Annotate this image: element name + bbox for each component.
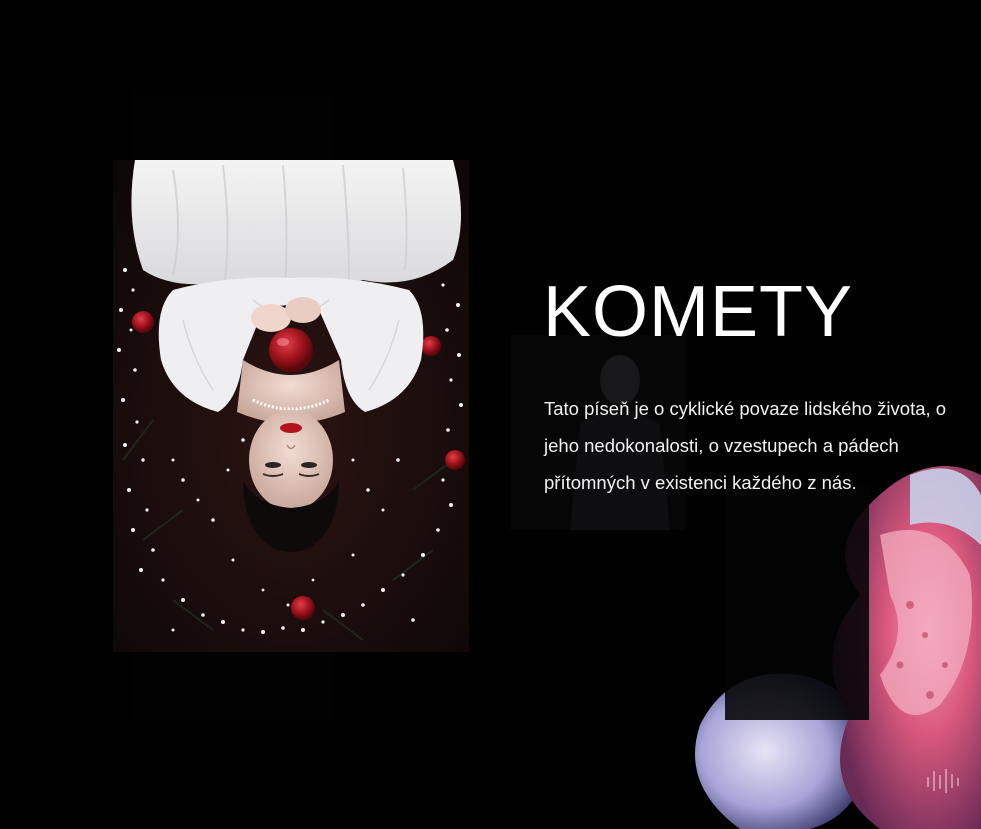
soundwave-icon <box>924 765 964 795</box>
left-dark-band <box>0 0 130 829</box>
section-description: Tato píseň je o cyklické povaze lidského… <box>544 398 947 493</box>
section-title: KOMETY <box>543 272 854 352</box>
page: KOMETY Tato píseň je o cyklické povaze l… <box>0 0 981 829</box>
main-photo <box>113 160 469 652</box>
dark-overlay-panel <box>725 486 869 720</box>
